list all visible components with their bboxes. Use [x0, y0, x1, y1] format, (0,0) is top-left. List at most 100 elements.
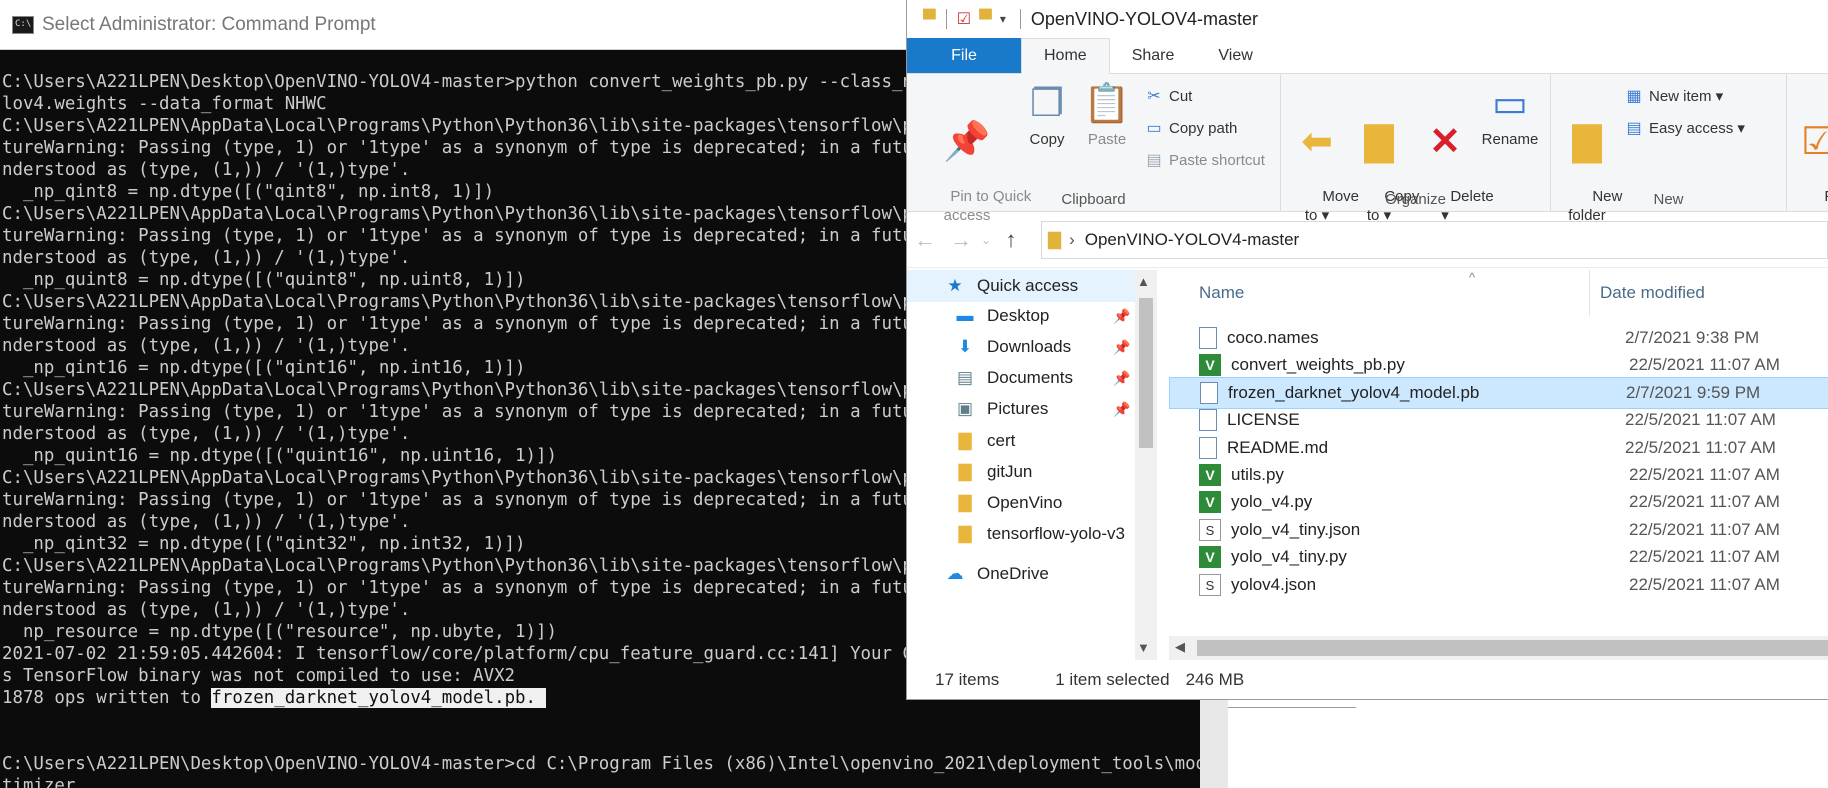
easy-access-button[interactable]: ▤ Easy access ▾: [1623, 118, 1744, 138]
new-folder-button[interactable]: ▇ New folder: [1559, 82, 1622, 244]
file-date-modified: 2/7/2021 9:38 PM: [1625, 328, 1760, 347]
copy-to-button[interactable]: ▇ Copy to ▾: [1351, 82, 1419, 244]
column-header-name[interactable]: Name: [1169, 283, 1589, 303]
nav-item-label: Desktop: [987, 306, 1050, 325]
navigation-pane[interactable]: ★ Quick access ▬ Desktop 📌 ⬇ Downloads 📌 ▤ Docume…: [907, 270, 1163, 660]
file-name: yolo_v4_tiny.py: [1231, 547, 1347, 567]
paste-shortcut-button[interactable]: ▤ Paste shortcut: [1143, 150, 1265, 170]
nav-item-label: cert: [987, 431, 1016, 450]
navigation-pane-scrollbar[interactable]: ▲ ▼: [1135, 270, 1157, 660]
properties-check-icon[interactable]: ☑: [957, 9, 971, 29]
file-date-modified: 22/5/2021 11:07 AM: [1625, 410, 1776, 430]
pin-icon[interactable]: 📌: [1113, 339, 1130, 356]
file-name: utils.py: [1231, 465, 1284, 484]
file-name: yolov4.json: [1231, 574, 1317, 594]
scroll-down-icon[interactable]: ▼: [1137, 640, 1150, 655]
nav-item-pictures[interactable]: ▣ Pictures 📌: [907, 393, 1135, 425]
paste-label: Paste: [1087, 131, 1127, 148]
explorer-window-title: OpenVINO-YOLOV4-master: [1030, 8, 1258, 29]
pin-to-quick-access-button[interactable]: 📌 Pin to Quick access: [917, 82, 1031, 244]
delete-button[interactable]: ✕ Delete ▾: [1417, 82, 1494, 244]
paste-button[interactable]: 📋 Paste: [1079, 82, 1135, 149]
nav-item-label: Downloads: [987, 337, 1072, 356]
tab-share[interactable]: Share: [1110, 38, 1197, 73]
column-header-date-modified[interactable]: Date modified: [1589, 270, 1705, 316]
nav-item-desktop[interactable]: ▬ Desktop 📌: [907, 300, 1135, 332]
new-folder-icon[interactable]: ▀: [979, 9, 992, 30]
copy-button[interactable]: ❐ Copy: [1019, 82, 1075, 149]
paste-icon: 📋: [1083, 83, 1131, 125]
file-row[interactable]: Syolov4.json 22/5/2021 11:07 AM: [1169, 569, 1828, 601]
explorer-titlebar[interactable]: ▀ ☑ ▀ ▾ OpenVINO-YOLOV4-master: [907, 0, 1828, 38]
pin-icon[interactable]: 📌: [1113, 401, 1130, 418]
selected-output-filename[interactable]: frozen_darknet_yolov4_model.pb.: [211, 688, 547, 708]
nav-item-label: OpenVino: [987, 493, 1063, 512]
nav-item-openvino[interactable]: ▇ OpenVino: [907, 487, 1135, 519]
ops-written-text: 1878 ops written to: [2, 688, 212, 708]
tab-view[interactable]: View: [1196, 38, 1274, 73]
cmd-app-icon: [12, 15, 34, 34]
nav-item-label: gitJun: [987, 462, 1033, 481]
nav-item-quick-access[interactable]: ★ Quick access: [907, 270, 1135, 302]
file-list-horizontal-scrollbar[interactable]: ◀: [1169, 636, 1828, 660]
rename-button[interactable]: ▭ Rename: [1477, 82, 1543, 149]
qat-separator: [1019, 9, 1021, 29]
scroll-left-icon[interactable]: ◀: [1175, 639, 1185, 655]
breadcrumb-chevron-icon[interactable]: ›: [1069, 230, 1075, 250]
move-to-button[interactable]: ⬅ Move to ▾: [1289, 82, 1359, 244]
breadcrumb-current-folder[interactable]: OpenVINO-YOLOV4-master: [1085, 230, 1299, 250]
file-name: yolo_v4_tiny.json: [1231, 519, 1361, 539]
qat-dropdown-icon[interactable]: ▾: [1000, 12, 1006, 26]
organize-group-label: Organize: [1385, 191, 1446, 208]
file-date-modified: 22/5/2021 11:07 AM: [1625, 437, 1776, 457]
file-name: frozen_darknet_yolov4_model.pb: [1228, 382, 1480, 402]
folder-icon: ▇: [958, 524, 972, 543]
properties-button[interactable]: ☑ Propertie ▾: [1791, 82, 1828, 212]
nav-item-documents[interactable]: ▤ Documents 📌: [907, 362, 1135, 394]
nav-item-downloads[interactable]: ⬇ Downloads 📌: [907, 331, 1135, 363]
file-explorer-window[interactable]: ▀ ☑ ▀ ▾ OpenVINO-YOLOV4-master File Home…: [906, 0, 1828, 700]
nav-item-onedrive[interactable]: ☁ OneDrive: [907, 558, 1135, 590]
file-date-modified: 22/5/2021 11:07 AM: [1629, 574, 1780, 594]
properties-label: Propertie ▾: [1791, 188, 1828, 212]
new-item-label: New item ▾: [1649, 88, 1724, 105]
pin-icon[interactable]: 📌: [1113, 308, 1130, 325]
folder-icon: ▇: [1048, 229, 1062, 249]
scroll-up-icon[interactable]: ▲: [1137, 274, 1150, 289]
pin-icon[interactable]: 📌: [1113, 370, 1130, 387]
new-item-button[interactable]: ▦ New item ▾: [1623, 86, 1723, 106]
scrollbar-thumb[interactable]: [1197, 640, 1828, 656]
file-date-modified: 22/5/2021 11:07 AM: [1629, 519, 1780, 539]
desktop-icon: ▬: [956, 306, 974, 325]
easy-access-icon: ▤: [1626, 120, 1642, 137]
nav-item-label: tensorflow-yolo-v3: [987, 524, 1125, 543]
qat-separator: [945, 9, 947, 29]
file-list[interactable]: ^ Name Date modified coco.names 2/7/2021 …: [1169, 270, 1828, 660]
delete-x-icon: ✕: [1429, 121, 1461, 163]
json-file-icon: S: [1199, 518, 1221, 541]
rename-label: Rename: [1481, 131, 1539, 148]
file-icon: [1199, 436, 1217, 459]
folder-icon[interactable]: ▀: [923, 9, 936, 30]
new-folder-icon: ▇: [1572, 121, 1602, 163]
scrollbar-thumb[interactable]: [1139, 298, 1153, 448]
copy-path-icon: ▭: [1146, 120, 1162, 137]
cut-button[interactable]: ✂ Cut: [1143, 86, 1192, 106]
copy-label: Copy: [1029, 131, 1065, 148]
python-file-icon: V: [1199, 464, 1221, 486]
new-group-label: New: [1653, 191, 1684, 208]
nav-item-gitjun[interactable]: ▇ gitJun: [907, 456, 1135, 488]
tab-file[interactable]: File: [907, 38, 1021, 73]
cloud-icon: ☁: [946, 564, 964, 583]
tab-home[interactable]: Home: [1021, 38, 1110, 74]
paste-shortcut-label: Paste shortcut: [1169, 151, 1265, 169]
copy-path-button[interactable]: ▭ Copy path: [1143, 118, 1237, 138]
file-date-modified: 22/5/2021 11:07 AM: [1629, 355, 1780, 375]
nav-item-tensorflow-yolo-v3[interactable]: ▇ tensorflow-yolo-v3: [907, 518, 1135, 550]
nav-item-cert[interactable]: ▇ cert: [907, 425, 1135, 457]
nav-item-label: Documents: [987, 368, 1073, 387]
clipboard-group-label: Clipboard: [1061, 191, 1126, 208]
file-name: README.md: [1227, 437, 1329, 457]
folder-icon: ▇: [958, 462, 972, 481]
